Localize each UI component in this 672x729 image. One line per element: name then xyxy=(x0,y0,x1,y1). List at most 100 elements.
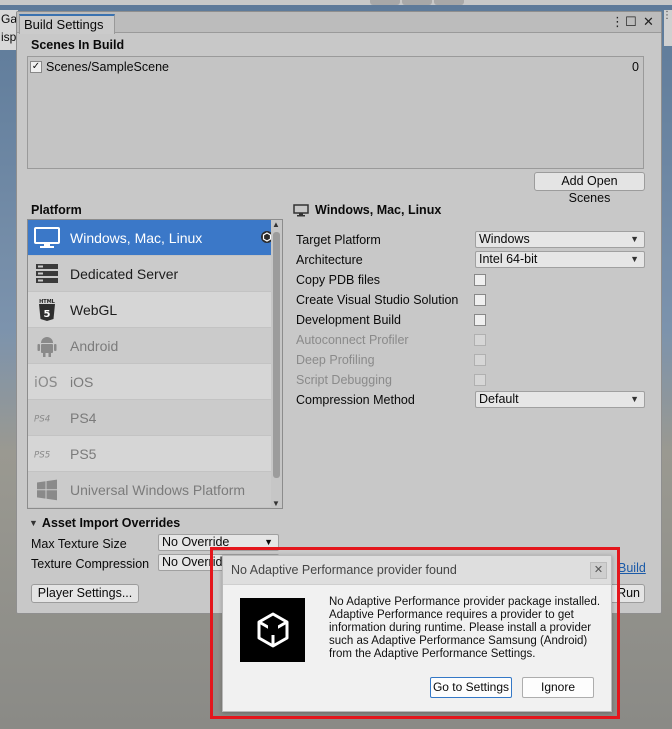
chevron-down-icon: ▼ xyxy=(630,254,639,264)
android-icon xyxy=(34,334,60,358)
compression-method-dropdown[interactable]: Default ▼ xyxy=(475,391,645,408)
monitor-icon xyxy=(293,203,309,216)
autoconnect-profiler-label: Autoconnect Profiler xyxy=(296,333,409,347)
copy-pdb-label: Copy PDB files xyxy=(296,273,381,287)
ps4-icon: PS4 xyxy=(34,406,60,430)
texture-compression-label: Texture Compression xyxy=(31,556,150,571)
windows-logo-icon xyxy=(34,478,60,502)
build-settings-tab[interactable]: Build Settings xyxy=(19,14,115,34)
scene-index: 0 xyxy=(632,60,639,74)
toolbar-pause-button[interactable] xyxy=(402,0,432,5)
unity-logo-icon xyxy=(240,598,305,662)
ps5-icon: PS5 xyxy=(34,442,60,466)
editor-toolbar-strip xyxy=(0,0,672,5)
foldout-arrow-icon[interactable]: ▼ xyxy=(29,518,38,528)
max-texture-size-label: Max Texture Size xyxy=(31,536,127,551)
target-platform-value: Windows xyxy=(479,232,530,246)
scene-row[interactable]: ✓ Scenes/SampleScene 0 xyxy=(30,59,639,75)
development-build-row: Development Build xyxy=(296,311,646,329)
svg-text:PS4: PS4 xyxy=(34,414,50,424)
compression-method-label: Compression Method xyxy=(296,393,415,407)
background-inspector-stub: ⋮ xyxy=(662,10,672,46)
platform-header: Platform xyxy=(31,203,82,217)
development-build-checkbox[interactable] xyxy=(474,314,486,326)
platform-list[interactable]: Windows, Mac, Linux Dedicated Server HTM… xyxy=(27,219,283,509)
platform-list-scrollbar[interactable]: ▲ ▼ xyxy=(271,220,282,508)
svg-text:iOS: iOS xyxy=(34,375,58,391)
background-menu-icon[interactable]: ⋮ xyxy=(662,10,672,21)
toolbar-step-button[interactable] xyxy=(434,0,464,5)
script-debugging-checkbox xyxy=(474,374,486,386)
max-texture-size-row: Max Texture Size xyxy=(31,535,127,552)
asset-import-overrides-label: Asset Import Overrides xyxy=(41,516,181,530)
platform-label: Android xyxy=(70,337,119,354)
scrollbar-thumb[interactable] xyxy=(273,232,280,478)
target-platform-label: Target Platform xyxy=(296,233,381,247)
scenes-list[interactable]: ✓ Scenes/SampleScene 0 xyxy=(27,56,644,169)
platform-label: Universal Windows Platform xyxy=(70,481,246,498)
copy-pdb-checkbox[interactable] xyxy=(474,274,486,286)
html5-icon: HTML 5 xyxy=(34,298,60,322)
window-tabbar: Build Settings ⋮ ☐ ✕ xyxy=(17,12,661,34)
scroll-up-icon[interactable]: ▲ xyxy=(272,220,280,229)
svg-text:PS5: PS5 xyxy=(34,450,51,460)
window-close-icon[interactable]: ✕ xyxy=(643,14,654,30)
create-vs-solution-row: Create Visual Studio Solution xyxy=(296,291,646,309)
toolbar-play-button[interactable] xyxy=(370,0,400,5)
go-to-settings-button[interactable]: Go to Settings xyxy=(430,677,512,698)
add-open-scenes-button[interactable]: Add Open Scenes xyxy=(534,172,645,205)
architecture-value: Intel 64-bit xyxy=(479,252,538,266)
platform-item-ios[interactable]: iOS iOS xyxy=(28,364,282,400)
platform-settings-title-text: Windows, Mac, Linux xyxy=(315,203,442,217)
platform-label: WebGL xyxy=(70,301,118,318)
platform-label: Windows, Mac, Linux xyxy=(70,229,203,246)
platform-settings-title: Windows, Mac, Linux xyxy=(293,203,441,217)
dialog-close-icon[interactable]: ✕ xyxy=(590,562,607,579)
svg-text:5: 5 xyxy=(44,309,51,320)
scene-name: Scenes/SampleScene xyxy=(46,60,169,74)
copy-pdb-row: Copy PDB files xyxy=(296,271,646,289)
window-menu-icon[interactable]: ⋮ xyxy=(611,14,624,30)
window-maximize-icon[interactable]: ☐ xyxy=(625,14,637,30)
learn-build-link[interactable]: Build xyxy=(618,561,646,575)
platform-label: Dedicated Server xyxy=(70,265,179,282)
scenes-in-build-header: Scenes In Build xyxy=(31,38,125,52)
ignore-button[interactable]: Ignore xyxy=(522,677,594,698)
architecture-label: Architecture xyxy=(296,253,363,267)
create-vs-solution-label: Create Visual Studio Solution xyxy=(296,293,459,307)
platform-item-ps4[interactable]: PS4 PS4 xyxy=(28,400,282,436)
deep-profiling-label: Deep Profiling xyxy=(296,353,375,367)
target-platform-dropdown[interactable]: Windows ▼ xyxy=(475,231,645,248)
script-debugging-label: Script Debugging xyxy=(296,373,392,387)
dialog-message: No Adaptive Performance provider package… xyxy=(329,596,601,660)
asset-import-overrides-header[interactable]: ▼ Asset Import Overrides xyxy=(29,516,180,530)
development-build-label: Development Build xyxy=(296,313,401,327)
deep-profiling-checkbox xyxy=(474,354,486,366)
scroll-down-icon[interactable]: ▼ xyxy=(272,499,280,508)
platform-label: PS4 xyxy=(70,409,97,426)
deep-profiling-row: Deep Profiling xyxy=(296,351,646,369)
platform-item-universal-windows-platform[interactable]: Universal Windows Platform xyxy=(28,472,282,508)
platform-label: PS5 xyxy=(70,445,97,462)
texture-compression-row: Texture Compression xyxy=(31,555,149,572)
build-settings-window: Build Settings ⋮ ☐ ✕ Scenes In Build ✓ S… xyxy=(16,11,662,614)
platform-item-ps5[interactable]: PS5 PS5 xyxy=(28,436,282,472)
platform-item-windows-mac-linux[interactable]: Windows, Mac, Linux xyxy=(28,220,282,256)
ios-icon: iOS xyxy=(34,370,60,394)
autoconnect-profiler-row: Autoconnect Profiler xyxy=(296,331,646,349)
dialog-title: No Adaptive Performance provider found xyxy=(223,556,611,585)
scene-include-checkbox[interactable]: ✓ xyxy=(30,61,42,73)
platform-item-android[interactable]: Android xyxy=(28,328,282,364)
platform-label: iOS xyxy=(70,373,94,390)
chevron-down-icon: ▼ xyxy=(630,234,639,244)
player-settings-button[interactable]: Player Settings... xyxy=(31,584,139,603)
platform-item-dedicated-server[interactable]: Dedicated Server xyxy=(28,256,282,292)
monitor-icon xyxy=(34,226,60,250)
adaptive-performance-dialog: No Adaptive Performance provider found ✕… xyxy=(222,555,612,712)
compression-method-value: Default xyxy=(479,392,519,406)
create-vs-solution-checkbox[interactable] xyxy=(474,294,486,306)
server-icon xyxy=(34,262,60,286)
architecture-dropdown[interactable]: Intel 64-bit ▼ xyxy=(475,251,645,268)
platform-item-webgl[interactable]: HTML 5 WebGL xyxy=(28,292,282,328)
script-debugging-row: Script Debugging xyxy=(296,371,646,389)
